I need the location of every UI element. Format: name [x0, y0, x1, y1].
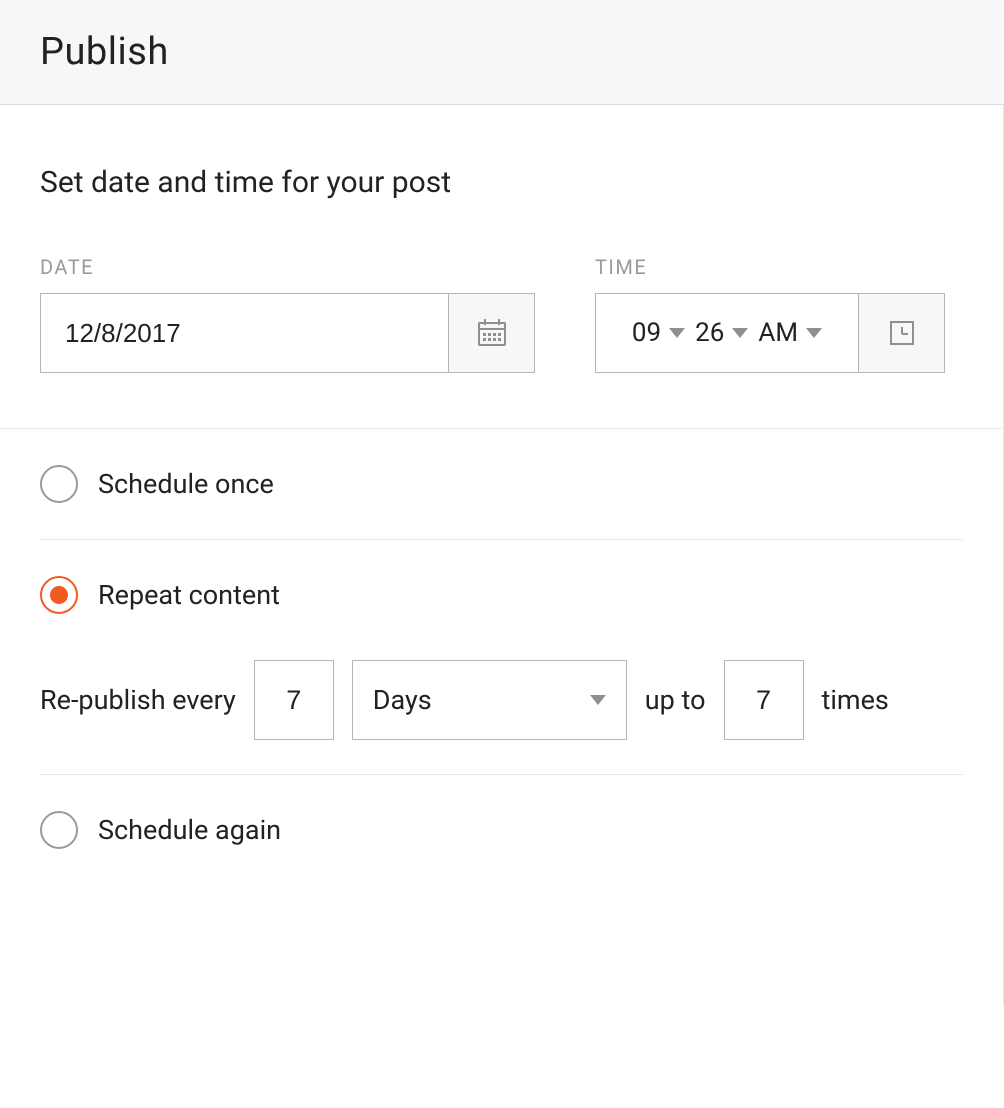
minute-value: 26 — [695, 318, 724, 348]
repeat-suffix: times — [822, 684, 889, 716]
repeat-unit-value: Days — [373, 684, 432, 716]
option-schedule-once[interactable]: Schedule once — [40, 429, 963, 540]
schedule-options: Schedule once Repeat content Re-publish … — [0, 429, 1003, 925]
date-label: DATE — [40, 255, 535, 279]
option-repeat-content[interactable]: Repeat content — [40, 540, 963, 650]
repeat-midfix: up to — [645, 684, 706, 716]
option-label-repeat: Repeat content — [98, 579, 280, 611]
clock-icon — [888, 319, 916, 347]
datetime-section: Set date and time for your post DATE — [0, 105, 1003, 429]
date-input-wrap — [40, 293, 535, 373]
radio-dot — [50, 586, 68, 604]
minute-select[interactable]: 26 — [693, 314, 750, 352]
time-field-group: TIME 09 26 AM — [595, 255, 945, 373]
page-title: Publish — [40, 30, 964, 74]
repeat-prefix: Re-publish every — [40, 684, 236, 716]
section-title: Set date and time for your post — [40, 165, 963, 200]
repeat-count-input[interactable] — [724, 660, 804, 740]
repeat-interval-input[interactable] — [254, 660, 334, 740]
clock-button[interactable] — [858, 294, 944, 372]
ampm-select[interactable]: AM — [756, 314, 824, 352]
option-label-again: Schedule again — [98, 814, 281, 846]
content-panel: Set date and time for your post DATE — [0, 105, 1004, 1005]
date-field-group: DATE — [40, 255, 535, 373]
chevron-down-icon — [590, 695, 606, 705]
chevron-down-icon — [806, 328, 822, 338]
repeat-config-row: Re-publish every Days up to times — [40, 650, 963, 775]
chevron-down-icon — [669, 328, 685, 338]
option-schedule-again[interactable]: Schedule again — [40, 775, 963, 885]
option-label-once: Schedule once — [98, 468, 274, 500]
hour-value: 09 — [632, 318, 661, 348]
calendar-icon — [476, 317, 508, 349]
header: Publish — [0, 0, 1004, 105]
time-label: TIME — [595, 255, 945, 279]
calendar-button[interactable] — [448, 294, 534, 372]
radio-repeat-content[interactable] — [40, 576, 78, 614]
option-repeat-content-block: Repeat content Re-publish every Days up … — [40, 540, 963, 775]
hour-select[interactable]: 09 — [630, 314, 687, 352]
time-input-wrap: 09 26 AM — [595, 293, 945, 373]
chevron-down-icon — [732, 328, 748, 338]
date-input[interactable] — [41, 294, 448, 372]
ampm-value: AM — [758, 318, 798, 348]
repeat-unit-select[interactable]: Days — [352, 660, 627, 740]
radio-schedule-again[interactable] — [40, 811, 78, 849]
radio-schedule-once[interactable] — [40, 465, 78, 503]
